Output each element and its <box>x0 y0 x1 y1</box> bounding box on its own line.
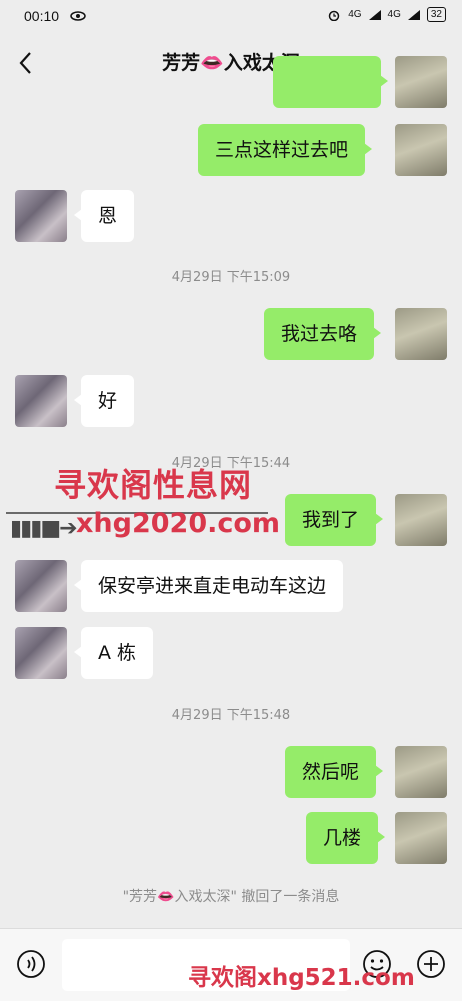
avatar-contact[interactable] <box>15 190 67 242</box>
message-bubble[interactable]: 我到了 <box>285 494 384 546</box>
message-bubble[interactable]: 几楼 <box>306 812 386 864</box>
message-bubble[interactable]: 好 <box>73 375 135 427</box>
watermark-title: 寻欢阁性息网 <box>54 466 253 504</box>
avatar-self[interactable] <box>395 746 447 798</box>
avatar-self[interactable] <box>395 494 447 546</box>
message-bubble[interactable]: 三点这样过去吧 <box>198 124 373 176</box>
message-bubble[interactable]: 我过去咯 <box>264 308 382 360</box>
message-bubble[interactable]: A 栋 <box>73 627 154 679</box>
avatar-self[interactable] <box>395 56 447 108</box>
status-bar: 00:10 4G 4G 32 <box>0 0 462 34</box>
signal-icon-1 <box>368 9 381 20</box>
message-bubble[interactable]: 恩 <box>73 190 135 242</box>
message-bubble[interactable]: 保安亭进来直走电动车这边 <box>73 560 344 612</box>
signal-label-2: 4G <box>387 9 401 20</box>
watermark-url: xhg2020.com <box>76 508 281 539</box>
signal-icon-2 <box>407 9 420 20</box>
timestamp: 4月29日 下午15:48 <box>171 708 291 723</box>
voice-icon[interactable] <box>16 949 46 979</box>
avatar-contact[interactable] <box>15 375 67 427</box>
plus-icon[interactable] <box>416 949 446 979</box>
status-indicators: 4G 4G 32 <box>326 7 446 22</box>
avatar-self[interactable] <box>395 812 447 864</box>
eye-icon <box>70 11 86 21</box>
alarm-icon <box>328 10 340 21</box>
arrow-icon: ▮▮▮■➔ <box>10 516 78 541</box>
chat-header: 芳芳👄入戏太深 <box>0 34 462 90</box>
signal-label-1: 4G <box>348 9 362 20</box>
message-bubble-partial[interactable] <box>273 56 388 108</box>
status-time: 00:10 <box>24 8 60 24</box>
avatar-contact[interactable] <box>15 560 67 612</box>
timestamp: 4月29日 下午15:09 <box>171 270 291 285</box>
avatar-contact[interactable] <box>15 627 67 679</box>
watermark-footer: 寻欢阁xhg521.com <box>188 965 415 991</box>
recall-notice: "芳芳👄入戏太深" 撤回了一条消息 <box>122 889 340 905</box>
chat-title: 芳芳👄入戏太深 <box>162 52 300 74</box>
battery-icon: 32 <box>426 7 446 22</box>
avatar-self[interactable] <box>395 124 447 176</box>
message-bubble[interactable]: 然后呢 <box>285 746 384 798</box>
avatar-self[interactable] <box>395 308 447 360</box>
